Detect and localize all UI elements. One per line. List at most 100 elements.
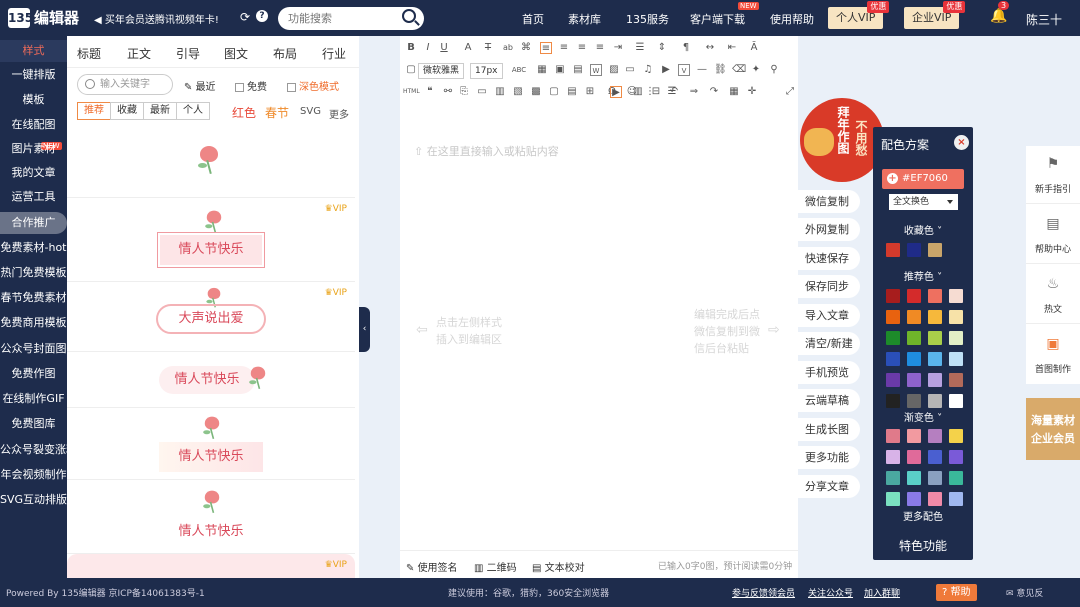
sidebar-item-image-material[interactable]: 图片素材 — [0, 138, 67, 160]
filter-recommend[interactable]: 推荐 — [77, 102, 111, 120]
color-swatch[interactable] — [886, 450, 900, 464]
sidebar-item-annual-video[interactable]: 年会视频制作 — [0, 464, 67, 486]
tab-body[interactable]: 正文 — [127, 45, 151, 62]
vote-icon[interactable]: V — [678, 64, 690, 76]
color-swatch[interactable] — [949, 352, 963, 366]
card-icon[interactable]: ▭ — [476, 86, 488, 98]
frame-icon[interactable]: ▭ — [624, 64, 636, 76]
sidebar-item-free-hot[interactable]: 免费素材-hot — [0, 237, 67, 259]
style-card[interactable]: 情人节快乐 — [67, 408, 355, 480]
more-functions-button[interactable]: 更多功能 — [798, 446, 860, 469]
help-icon[interactable]: ? — [256, 10, 268, 22]
video-icon[interactable]: ▶ — [660, 64, 672, 76]
promo-link[interactable]: ◀ 买年会员送腾讯视频年卡! — [94, 11, 219, 26]
color-swatch[interactable] — [886, 429, 900, 443]
template-icon[interactable]: ▥ — [494, 86, 506, 98]
line-height-icon[interactable]: ⇕ — [656, 42, 668, 54]
sidebar-item-style[interactable]: 样式 — [0, 40, 67, 62]
font-color-icon[interactable]: A — [462, 42, 474, 54]
sidebar-item-fission[interactable]: 公众号裂变涨粉 — [0, 439, 67, 461]
copy-icon[interactable]: ⎘ — [458, 86, 470, 98]
fullscreen-icon[interactable]: ⤢ — [784, 86, 796, 98]
filter-latest[interactable]: 最新 — [143, 102, 177, 120]
picture-icon[interactable]: ▨ — [608, 64, 620, 76]
grid-icon[interactable]: ⊞ — [584, 86, 596, 98]
font-family-select[interactable]: 微软雅黑 — [418, 63, 465, 79]
color-swatch[interactable] — [886, 492, 900, 506]
sidebar-item-template[interactable]: 模板 — [0, 89, 67, 111]
help-button[interactable]: ? 帮助 — [936, 584, 977, 601]
color-swatch[interactable] — [907, 429, 921, 443]
chain-icon[interactable]: ⚯ — [442, 86, 454, 98]
font-size-select[interactable]: 17px — [470, 63, 503, 79]
qr-icon[interactable]: ▩ — [530, 86, 542, 98]
filter-personal[interactable]: 个人 — [176, 102, 210, 120]
gallery-icon[interactable]: ▤ — [572, 64, 584, 76]
sidebar-item-spring-material[interactable]: 春节免费素材 — [0, 287, 67, 309]
recommended-colors-label[interactable]: 推荐色 ˅ — [873, 268, 973, 283]
indent-first-icon[interactable]: ⇤ — [726, 42, 738, 54]
word-import-icon[interactable]: W — [590, 64, 602, 76]
search-icon[interactable] — [402, 9, 416, 23]
sidebar-item-ops-tools[interactable]: 运营工具 — [0, 186, 67, 208]
nav-home[interactable]: 首页 — [522, 11, 544, 27]
color-swatch[interactable] — [928, 450, 942, 464]
bold-icon[interactable]: B — [405, 42, 417, 54]
external-copy-button[interactable]: 外网复制 — [798, 218, 860, 241]
tab-guide[interactable]: 引导 — [176, 45, 200, 62]
vip-enterprise-button[interactable]: 企业VIP 优惠 — [904, 1, 966, 29]
color-swatch[interactable] — [928, 352, 942, 366]
style-card[interactable]: ♛VIP 情人节快乐 — [67, 198, 355, 282]
wechat-copy-button[interactable]: 微信复制 — [798, 190, 860, 213]
strikethrough-icon[interactable]: T — [482, 42, 494, 54]
text-box-icon[interactable]: ▤ — [566, 86, 578, 98]
enterprise-member-promo[interactable]: 海量素材 企业会员 — [1026, 398, 1080, 460]
vip-personal-button[interactable]: 个人VIP 优惠 — [828, 1, 890, 29]
color-swatch[interactable] — [907, 373, 921, 387]
filter-spring[interactable]: 春节 — [265, 104, 289, 121]
color-swatch[interactable] — [907, 243, 921, 257]
list-icon[interactable]: ☰ — [634, 42, 646, 54]
join-group-link[interactable]: 加入群聊 — [864, 586, 900, 599]
undo-icon[interactable]: ↶ — [668, 86, 680, 98]
cover-design-button[interactable]: ▣ 首图制作 — [1026, 326, 1080, 384]
more-colors-link[interactable]: 更多配色 — [873, 508, 973, 523]
color-swatch[interactable] — [907, 471, 921, 485]
save-sync-button[interactable]: 保存同步 — [798, 275, 860, 298]
feedback-link[interactable]: 参与反馈领会员 — [732, 586, 795, 599]
color-swatch[interactable] — [928, 331, 942, 345]
move-icon[interactable]: ✛ — [746, 86, 758, 98]
color-swatch[interactable] — [928, 394, 942, 408]
follow-link[interactable]: 关注公众号 — [808, 586, 853, 599]
color-swatch[interactable] — [949, 289, 963, 303]
format-painter-icon[interactable]: ⌘ — [520, 42, 532, 54]
sidebar-item-online-image[interactable]: 在线配图 — [0, 114, 67, 136]
color-swatch[interactable] — [886, 331, 900, 345]
color-swatch[interactable] — [949, 492, 963, 506]
special-features[interactable]: 特色功能 — [873, 537, 973, 554]
color-swatch[interactable] — [907, 331, 921, 345]
filter-more[interactable]: 更多 — [329, 106, 349, 121]
help-center-button[interactable]: ▤ 帮助中心 — [1026, 206, 1080, 264]
font-direction-icon[interactable]: ⇒ — [688, 86, 700, 98]
color-swatch[interactable] — [907, 289, 921, 303]
sidebar-item-cover[interactable]: 公众号封面图 — [0, 338, 67, 360]
magic-icon[interactable]: ✦ — [750, 64, 762, 76]
dark-mode-option[interactable]: 深色模式 — [287, 78, 339, 93]
link-icon[interactable]: ⛓ — [714, 64, 727, 76]
color-swatch[interactable] — [907, 394, 921, 408]
clear-format-icon[interactable]: ⊟ — [650, 86, 662, 98]
sidebar-item-free-design[interactable]: 免费作图 — [0, 363, 67, 385]
opinion-link[interactable]: ✉ 意见反 — [1006, 586, 1043, 599]
tab-title[interactable]: 标题 — [77, 45, 101, 62]
dark-mode-checkbox[interactable] — [287, 82, 296, 92]
quick-save-button[interactable]: 快速保存 — [798, 247, 860, 270]
case-convert-icon[interactable]: ABC — [510, 64, 528, 76]
style-card[interactable]: 情人节快乐 — [67, 352, 355, 408]
color-swatch[interactable] — [907, 450, 921, 464]
color-swatch[interactable] — [886, 373, 900, 387]
sidebar-item-hot-templates[interactable]: 热门免费模板 — [0, 262, 67, 284]
color-swatch[interactable] — [928, 373, 942, 387]
nav-help[interactable]: 使用帮助 — [770, 11, 814, 27]
qr-code-button[interactable]: ▥ 二维码 — [474, 559, 517, 574]
